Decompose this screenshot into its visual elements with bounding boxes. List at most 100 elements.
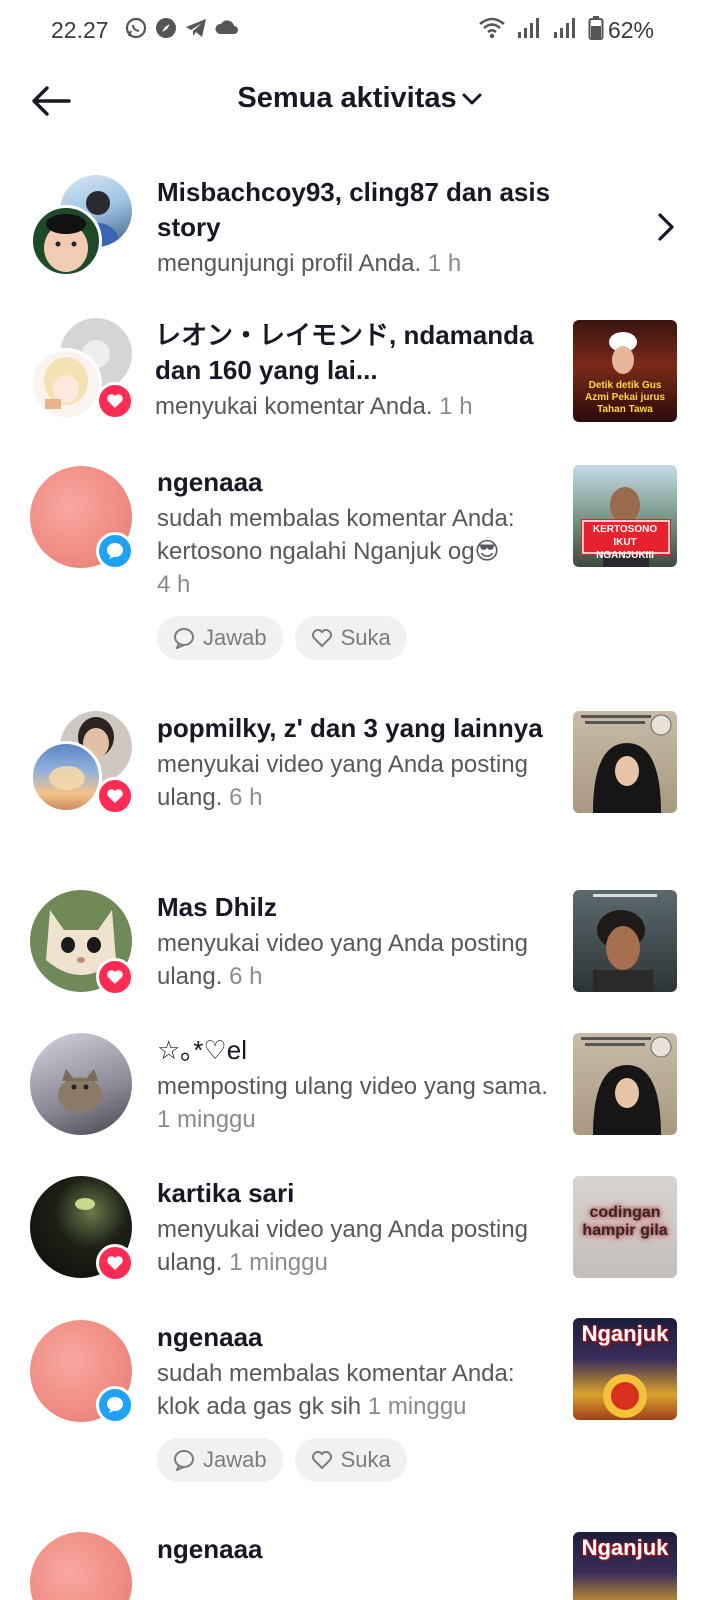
activity-filter-dropdown[interactable]: Semua aktivitas bbox=[0, 82, 720, 115]
video-thumbnail[interactable]: Nganjuk bbox=[573, 1532, 677, 1600]
activity-title: ☆｡*♡el bbox=[157, 1035, 247, 1065]
comment-actions: Jawab Suka bbox=[157, 1438, 407, 1482]
comment-actions: Jawab Suka bbox=[157, 616, 407, 660]
signal-icon bbox=[554, 18, 575, 38]
list-item[interactable]: Misbachcoy93, cling87 dan asis story men… bbox=[0, 175, 720, 285]
avatar-group[interactable] bbox=[30, 1320, 134, 1424]
avatar bbox=[30, 1033, 132, 1135]
video-thumbnail[interactable]: KERTOSONO IKUT NGANJUKIII bbox=[573, 465, 677, 567]
avatar-group[interactable] bbox=[30, 318, 134, 422]
list-item[interactable]: レオン・レイモンド, ndamanda dan 160 yang lai... … bbox=[0, 318, 720, 428]
avatar-group[interactable] bbox=[30, 1176, 134, 1282]
activity-time: 1 h bbox=[427, 250, 462, 277]
activity-text: ngenaaa sudah membalas komentar Anda: ke… bbox=[157, 465, 557, 601]
avatar-group[interactable] bbox=[30, 1532, 134, 1600]
list-item[interactable]: ☆｡*♡el memposting ulang video yang sama.… bbox=[0, 1031, 720, 1141]
activity-time: 1 minggu bbox=[229, 1249, 328, 1276]
avatar-group[interactable] bbox=[30, 711, 134, 815]
status-time: 22.27 bbox=[51, 17, 109, 43]
comment-icon bbox=[174, 628, 194, 649]
video-thumbnail[interactable]: codingan hampir gila bbox=[573, 1176, 677, 1278]
comment-icon bbox=[107, 543, 123, 559]
list-item[interactable]: ngenaaa Nganjuk bbox=[0, 1530, 720, 1600]
video-thumbnail[interactable]: Nganjuk bbox=[573, 1318, 677, 1420]
video-thumbnail[interactable] bbox=[573, 711, 677, 813]
video-thumbnail[interactable] bbox=[573, 890, 677, 992]
avatar-group[interactable] bbox=[30, 890, 134, 996]
avatar bbox=[30, 1532, 132, 1600]
header: Semua aktivitas bbox=[0, 60, 720, 144]
battery-percent: 62% bbox=[607, 17, 654, 43]
list-item[interactable]: ngenaaa sudah membalas komentar Anda: kl… bbox=[0, 1318, 720, 1488]
activity-title: レオン・レイモンド, ndamanda dan 160 yang lai... bbox=[155, 320, 534, 385]
list-item[interactable]: ngenaaa sudah membalas komentar Anda: ke… bbox=[0, 463, 720, 663]
activity-text: kartika sari menyukai video yang Anda po… bbox=[157, 1176, 557, 1279]
activity-description: sudah membalas komentar Anda: kertosono … bbox=[157, 505, 515, 565]
activity-text: ngenaaa sudah membalas komentar Anda: kl… bbox=[157, 1320, 557, 1423]
avatar bbox=[30, 205, 102, 277]
activity-title: ngenaaa bbox=[157, 1322, 263, 1352]
heart-outline-icon bbox=[311, 1451, 332, 1470]
activity-text: popmilky, z' dan 3 yang lainnya menyukai… bbox=[157, 711, 557, 814]
activity-description: mengunjungi profil Anda. 1 h bbox=[157, 250, 462, 277]
activity-time: 4 h bbox=[157, 571, 191, 598]
like-button[interactable]: Suka bbox=[294, 1438, 407, 1482]
activity-description: menyukai video yang Anda posting ulang. … bbox=[157, 751, 528, 811]
wifi-icon bbox=[479, 17, 505, 39]
activity-time: 1 minggu bbox=[367, 1393, 467, 1420]
activity-text: ☆｡*♡el memposting ulang video yang sama.… bbox=[157, 1033, 557, 1136]
activity-description: menyukai video yang Anda posting ulang. … bbox=[157, 1216, 528, 1276]
signal-icon bbox=[518, 18, 539, 38]
activity-title: Mas Dhilz bbox=[157, 892, 277, 922]
activity-time: 6 h bbox=[229, 784, 263, 811]
like-badge bbox=[96, 382, 134, 420]
list-item[interactable]: popmilky, z' dan 3 yang lainnya menyukai… bbox=[0, 709, 720, 859]
chevron-right-icon bbox=[658, 213, 674, 241]
activity-description: menyukai komentar Anda. 1 h bbox=[155, 393, 473, 420]
chevron-down-icon bbox=[462, 93, 482, 104]
activity-description: menyukai video yang Anda posting ulang. … bbox=[157, 930, 528, 990]
avatar-group[interactable] bbox=[30, 466, 134, 570]
whatsapp-icon bbox=[125, 17, 147, 39]
heart-icon bbox=[107, 394, 123, 408]
list-item[interactable]: Mas Dhilz menyukai video yang Anda posti… bbox=[0, 888, 720, 998]
reply-button[interactable]: Jawab bbox=[157, 616, 283, 660]
comment-icon bbox=[107, 1397, 123, 1413]
heart-icon bbox=[107, 1256, 123, 1270]
activity-text: Mas Dhilz menyukai video yang Anda posti… bbox=[157, 890, 557, 993]
battery-icon bbox=[588, 16, 604, 40]
like-badge bbox=[96, 958, 134, 996]
activity-text: レオン・レイモンド, ndamanda dan 160 yang lai... … bbox=[155, 318, 555, 423]
reply-badge bbox=[96, 1386, 134, 1424]
like-badge bbox=[96, 777, 134, 815]
avatar-group[interactable] bbox=[30, 1033, 134, 1137]
heart-outline-icon bbox=[311, 629, 332, 648]
activity-description: memposting ulang video yang sama. 1 ming… bbox=[157, 1073, 548, 1133]
like-button[interactable]: Suka bbox=[294, 616, 407, 660]
notification-icons bbox=[124, 16, 240, 40]
activity-title: Misbachcoy93, cling87 dan asis story bbox=[157, 177, 551, 242]
status-bar: 22.27 62% bbox=[0, 0, 720, 60]
avatar-group[interactable] bbox=[30, 175, 134, 279]
video-thumbnail[interactable]: Detik detik Gus Azmi Pekai jurus Tahan T… bbox=[573, 320, 677, 422]
heart-icon bbox=[107, 970, 123, 984]
activity-text: ngenaaa bbox=[157, 1532, 557, 1567]
reply-button[interactable]: Jawab bbox=[157, 1438, 283, 1482]
telegram-icon bbox=[186, 19, 206, 37]
activity-title: ngenaaa bbox=[157, 1534, 263, 1564]
activity-time: 6 h bbox=[229, 963, 263, 990]
like-badge bbox=[96, 1244, 134, 1282]
list-item[interactable]: kartika sari menyukai video yang Anda po… bbox=[0, 1174, 720, 1284]
open-visitors-button[interactable] bbox=[650, 207, 682, 247]
activity-title: popmilky, z' dan 3 yang lainnya bbox=[157, 713, 543, 743]
cloud-icon bbox=[215, 20, 238, 34]
activity-text: Misbachcoy93, cling87 dan asis story men… bbox=[157, 175, 557, 280]
activity-description: sudah membalas komentar Anda: klok ada g… bbox=[157, 1360, 515, 1420]
video-thumbnail[interactable] bbox=[573, 1033, 677, 1135]
avatar bbox=[30, 741, 102, 813]
system-icons bbox=[478, 15, 604, 41]
activity-title: ngenaaa bbox=[157, 467, 263, 497]
browser-icon bbox=[156, 18, 176, 38]
heart-icon bbox=[107, 789, 123, 803]
page-title: Semua aktivitas bbox=[237, 82, 457, 114]
